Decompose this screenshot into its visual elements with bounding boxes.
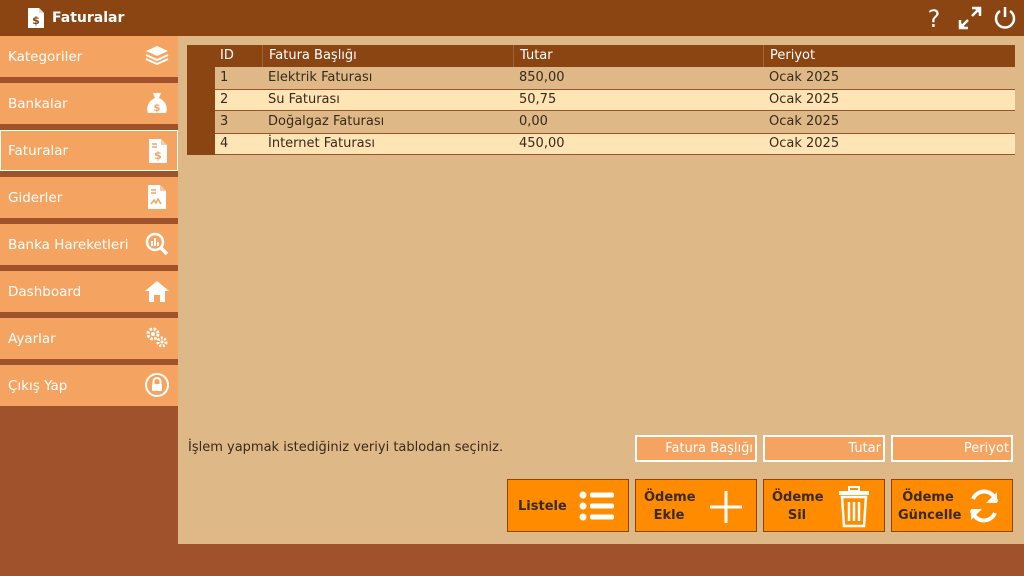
invoice-icon: $ (149, 139, 167, 163)
list-icon (579, 491, 614, 521)
table-cell: Doğalgaz Faturası (268, 114, 385, 129)
status-bar (0, 544, 1024, 576)
row-selector[interactable] (187, 89, 215, 111)
sidebar-item-faturalar[interactable]: Faturalar $ (0, 130, 178, 171)
table-cell: 450,00 (519, 136, 565, 151)
sidebar-item-giderler[interactable]: Giderler (0, 177, 178, 218)
maximize-icon[interactable] (956, 4, 984, 32)
table-cell: Ocak 2025 (769, 136, 840, 151)
table-cell: 0,00 (519, 114, 548, 129)
sidebar-item-banka-hareketleri[interactable]: Banka Hareketleri (0, 224, 178, 265)
period-field-wrapper (891, 435, 1013, 462)
sidebar-item-bankalar[interactable]: Bankalar $ (0, 83, 178, 124)
table-cell: 4 (220, 136, 229, 151)
svg-text:$: $ (154, 103, 161, 114)
selection-hint: İşlem yapmak istediğiniz veriyi tablodan… (188, 440, 504, 455)
title-input[interactable] (637, 437, 753, 460)
table-cell: Ocak 2025 (769, 70, 840, 85)
money-bag-icon: $ (147, 93, 167, 114)
column-header-title[interactable]: Fatura Başlığı (262, 45, 513, 67)
table-header: ID Fatura Başlığı Tutar Periyot (187, 45, 1015, 67)
chart-search-icon (145, 232, 169, 256)
sidebar-item-ayarlar[interactable]: Ayarlar (0, 318, 178, 359)
lock-icon (145, 373, 169, 397)
gears-icon (146, 327, 168, 348)
help-icon[interactable]: ? (920, 4, 948, 32)
window-title: Faturalar (52, 10, 125, 26)
svg-text:$: $ (32, 14, 40, 27)
table-cell: 850,00 (519, 70, 565, 85)
column-header-amount[interactable]: Tutar (513, 45, 763, 67)
table-cell: Ocak 2025 (769, 114, 840, 129)
table-cell: 1 (220, 70, 229, 85)
table-cell: Su Faturası (268, 92, 340, 107)
table-row[interactable]: 4 İnternet Faturası 450,00 Ocak 2025 (187, 133, 1015, 155)
row-selector[interactable] (187, 111, 215, 133)
column-header-id[interactable]: ID (215, 45, 262, 67)
table-row[interactable]: 2 Su Faturası 50,75 Ocak 2025 (187, 89, 1015, 111)
list-button-label: Listele (518, 499, 567, 514)
update-payment-button[interactable]: Ödeme Güncelle (891, 479, 1013, 532)
sidebar-item-label: Bankalar (8, 96, 68, 112)
delete-payment-button[interactable]: Ödeme Sil (763, 479, 885, 532)
power-icon[interactable] (991, 4, 1019, 32)
receipt-icon (148, 185, 166, 209)
sidebar-item-cikis-yap[interactable]: Çıkış Yap (0, 365, 178, 406)
table-cell: Ocak 2025 (769, 92, 840, 107)
column-header-period[interactable]: Periyot (763, 45, 1015, 67)
title-bar: $ Faturalar ? (0, 0, 1024, 36)
svg-text:$: $ (154, 149, 162, 162)
sidebar-item-label: Giderler (8, 190, 63, 206)
list-button[interactable]: Listele (507, 479, 629, 532)
sidebar-item-label: Faturalar (8, 143, 69, 159)
title-field-wrapper (635, 435, 757, 462)
table-cell: İnternet Faturası (268, 136, 376, 151)
amount-input[interactable] (765, 437, 881, 460)
update-payment-button-label: Ödeme Güncelle (898, 490, 962, 523)
table-cell: 3 (220, 114, 229, 129)
table-row[interactable]: 1 Elektrik Faturası 850,00 Ocak 2025 (187, 67, 1015, 89)
invoice-icon: $ (28, 8, 44, 28)
add-payment-button-label: Ödeme Ekle (644, 490, 696, 523)
row-selector[interactable] (187, 67, 215, 89)
table-cell: 50,75 (519, 92, 557, 107)
row-selector[interactable] (187, 133, 215, 155)
delete-payment-button-label: Ödeme Sil (772, 490, 824, 523)
period-input[interactable] (893, 437, 1009, 460)
refresh-icon (970, 489, 998, 523)
sidebar-item-label: Ayarlar (8, 331, 56, 347)
amount-field-wrapper (763, 435, 885, 462)
trash-icon (839, 486, 869, 528)
sidebar-item-dashboard[interactable]: Dashboard (0, 271, 178, 312)
svg-text:?: ? (928, 5, 941, 32)
invoice-table[interactable]: ID Fatura Başlığı Tutar Periyot 1 Elektr… (187, 45, 1015, 155)
table-row[interactable]: 3 Doğalgaz Faturası 0,00 Ocak 2025 (187, 111, 1015, 133)
add-payment-button[interactable]: Ödeme Ekle (635, 479, 757, 532)
layers-icon (145, 46, 169, 66)
sidebar-item-label: Dashboard (8, 284, 82, 300)
table-cell: Elektrik Faturası (268, 70, 373, 85)
sidebar-item-label: Banka Hareketleri (8, 237, 129, 253)
sidebar-item-label: Çıkış Yap (8, 378, 68, 394)
home-icon (145, 281, 169, 302)
table-cell: 2 (220, 92, 229, 107)
sidebar-item-kategoriler[interactable]: Kategoriler (0, 36, 178, 77)
sidebar-item-label: Kategoriler (8, 49, 83, 65)
plus-icon (710, 491, 742, 523)
sidebar: Kategoriler Bankalar $ Faturalar $ Gider… (0, 36, 178, 544)
